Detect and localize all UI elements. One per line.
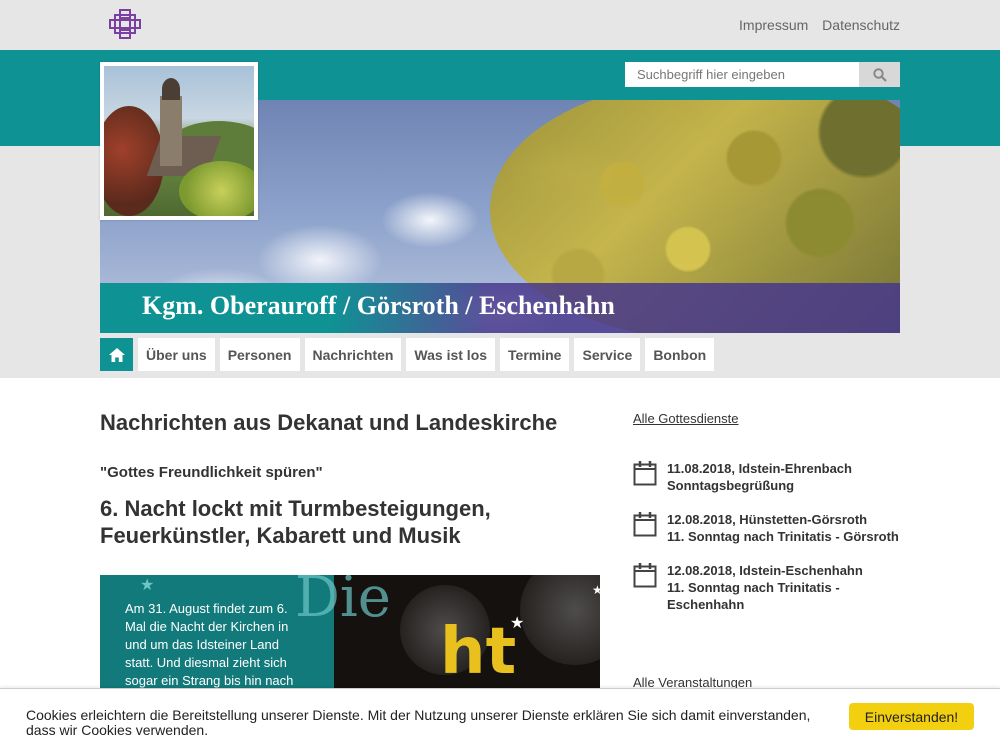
nav-item-termine[interactable]: Termine (500, 338, 570, 371)
quote-headline[interactable]: "Gottes Freundlichkeit spüren" (100, 464, 600, 481)
article-teaser: Am 31. August findet zum 6. Mal die Nach… (125, 601, 294, 688)
nav-item-personen[interactable]: Personen (219, 338, 300, 371)
event-title: Sonntagsbegrüßung (667, 478, 795, 493)
cookie-banner: Cookies erleichtern die Bereitstellung u… (0, 688, 1000, 750)
search-input[interactable] (625, 62, 859, 87)
church-logo-icon[interactable] (107, 8, 143, 40)
calendar-icon (633, 461, 657, 486)
search-button[interactable] (859, 62, 900, 87)
nav-item-ueber-uns[interactable]: Über uns (138, 338, 215, 371)
nav-home-button[interactable] (100, 338, 133, 371)
event-title: 11. Sonntag nach Trinitatis - Görsroth (667, 529, 899, 544)
all-services-link[interactable]: Alle Gottesdienste (633, 411, 739, 426)
star-icon: ★ (592, 583, 600, 597)
calendar-icon (633, 563, 657, 588)
event-item[interactable]: 11.08.2018, Idstein-Ehrenbach Sonntagsbe… (633, 460, 903, 494)
nav-item-was-ist-los[interactable]: Was ist los (406, 338, 496, 371)
star-icon: ★ (510, 615, 525, 632)
nav-item-bonbon[interactable]: Bonbon (645, 338, 715, 371)
main-nav: Über uns Personen Nachrichten Was ist lo… (100, 338, 715, 371)
impressum-link[interactable]: Impressum (739, 17, 808, 33)
cookie-message: Cookies erleichtern die Bereitstellung u… (26, 707, 811, 738)
home-icon (108, 347, 125, 362)
event-list: 11.08.2018, Idstein-Ehrenbach Sonntagsbe… (633, 460, 903, 613)
event-item[interactable]: 12.08.2018, Hünstetten-Görsroth 11. Sonn… (633, 511, 903, 545)
event-date-location: 11.08.2018, Idstein-Ehrenbach (667, 461, 852, 476)
event-date-location: 12.08.2018, Idstein-Eschenhahn (667, 563, 863, 578)
event-item[interactable]: 12.08.2018, Idstein-Eschenhahn 11. Sonnt… (633, 562, 903, 613)
main-content: Nachrichten aus Dekanat und Landeskirche… (100, 408, 600, 549)
article-image[interactable]: Die ht ★ ★ ★ Am 31. August findet zum 6.… (100, 575, 600, 695)
cookie-accept-button[interactable]: Einverstanden! (849, 703, 974, 730)
site-title[interactable]: Kgm. Oberauroff / Görsroth / Eschenhahn (142, 291, 615, 321)
top-links: Impressum Datenschutz (729, 17, 900, 33)
article-title[interactable]: 6. Nacht lockt mit Turmbesteigungen, Feu… (100, 495, 600, 549)
nav-item-nachrichten[interactable]: Nachrichten (304, 338, 402, 371)
article-image-graphic: Die (295, 575, 391, 630)
calendar-icon (633, 512, 657, 537)
page-title: Nachrichten aus Dekanat und Landeskirche (100, 410, 558, 435)
church-photo (100, 62, 258, 220)
nav-item-service[interactable]: Service (574, 338, 641, 371)
article-image-graphic: ht (440, 615, 517, 689)
search-box (625, 62, 900, 87)
event-title: 11. Sonntag nach Trinitatis - Eschenhahn (667, 580, 840, 612)
sidebar: Alle Gottesdienste 11.08.2018, Idstein-E… (633, 410, 903, 690)
event-date-location: 12.08.2018, Hünstetten-Görsroth (667, 512, 868, 527)
top-bar: Impressum Datenschutz (0, 0, 1000, 50)
search-icon (872, 67, 887, 82)
church-photo-image (104, 66, 254, 216)
star-icon: ★ (140, 577, 155, 594)
datenschutz-link[interactable]: Datenschutz (822, 17, 900, 33)
